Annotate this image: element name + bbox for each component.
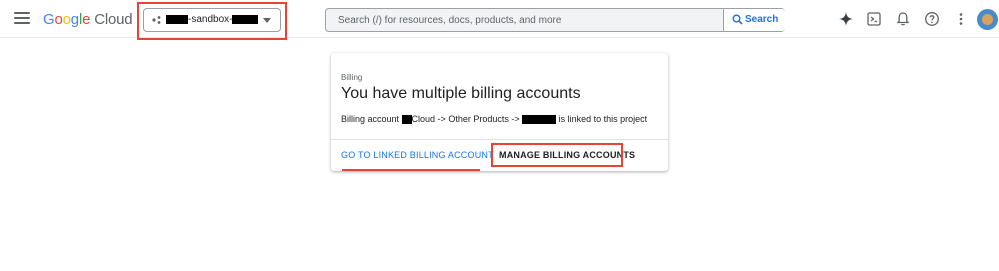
card-eyebrow: Billing [341,73,363,82]
logo-letter: G [43,11,55,28]
logo-letter: e [82,11,91,28]
logo-letter: o [62,11,71,28]
manage-button-highlight [491,143,623,167]
menu-icon[interactable] [14,12,30,26]
avatar[interactable] [977,9,998,30]
help-icon[interactable] [924,11,940,27]
search-icon [732,14,743,25]
search-bar: Search [325,8,785,32]
card-divider [331,139,668,140]
notifications-icon[interactable] [895,11,911,27]
logo-product-name: Cloud [94,11,133,28]
go-to-linked-billing-account-button[interactable]: GO TO LINKED BILLING ACCOUNT [341,150,494,160]
cloud-shell-icon[interactable] [866,11,882,27]
google-cloud-logo[interactable]: Google Cloud [43,11,133,28]
logo-letter: g [70,11,79,28]
search-button[interactable]: Search [723,9,785,31]
gemini-sparkle-icon[interactable] [838,11,854,27]
redacted-block [401,115,412,125]
project-picker-highlight [137,2,287,40]
card-title: You have multiple billing accounts [341,85,581,102]
card-description: Billing account Cloud -> Other Products … [341,114,648,125]
desc-text: Billing account [341,114,402,124]
desc-text: Cloud -> Other Products -> [411,114,523,124]
logo-letter: o [54,11,63,28]
link-button-underline-highlight [342,169,480,171]
desc-text: is linked to this project [556,114,648,124]
more-vert-icon[interactable] [953,11,969,27]
search-button-label: Search [745,14,779,25]
search-input[interactable] [326,9,722,31]
redacted-block [522,115,557,125]
